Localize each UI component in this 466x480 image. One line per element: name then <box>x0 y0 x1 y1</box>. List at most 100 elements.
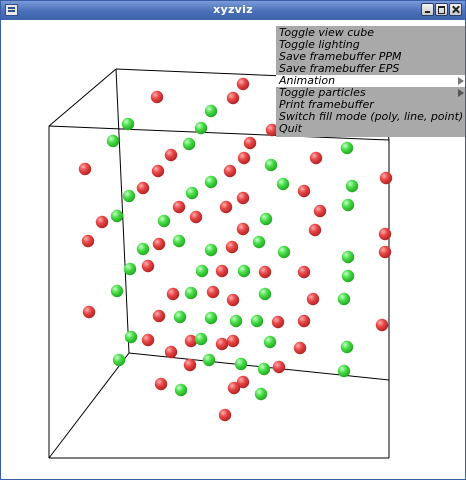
submenu-arrow-icon <box>458 89 464 97</box>
particle-green <box>184 286 198 300</box>
particle-green <box>204 175 218 189</box>
particle-red <box>271 315 285 329</box>
particle-green <box>182 137 196 151</box>
particle-red <box>313 204 327 218</box>
menu-item-switch-fill-mode-poly-line-point[interactable]: Switch fill mode (poly, line, point) <box>276 111 465 123</box>
particle-green <box>237 264 251 278</box>
particle-green <box>202 353 216 367</box>
particle-green <box>234 357 248 371</box>
cube-edge <box>48 68 117 127</box>
minimize-icon[interactable] <box>421 3 434 16</box>
window-title: xyzviz <box>213 3 253 16</box>
particle-red <box>82 305 96 319</box>
particle-green <box>112 353 126 367</box>
particle-green <box>172 234 186 248</box>
menu-item-quit[interactable]: Quit <box>276 123 465 135</box>
particle-red <box>151 164 165 178</box>
particle-red <box>95 215 109 229</box>
particle-green <box>136 242 150 256</box>
particle-red <box>226 293 240 307</box>
particle-green <box>250 314 264 328</box>
particle-green <box>173 310 187 324</box>
application-window: xyzviz Toggle view cube Toggle lighting … <box>0 0 466 480</box>
particle-red <box>154 377 168 391</box>
particle-green <box>204 311 218 325</box>
particle-red <box>223 164 237 178</box>
particle-red <box>293 341 307 355</box>
context-menu[interactable]: Toggle view cube Toggle lighting Save fram… <box>276 26 465 137</box>
particle-red <box>225 240 239 254</box>
particle-green <box>195 264 209 278</box>
particle-red <box>308 223 322 237</box>
particle-green <box>194 121 208 135</box>
particle-green <box>341 198 355 212</box>
particle-red <box>378 245 392 259</box>
particle-red <box>136 181 150 195</box>
particle-red <box>183 358 197 372</box>
particle-red <box>152 309 166 323</box>
particle-red <box>306 292 320 306</box>
particle-red <box>378 227 392 241</box>
particle-red <box>297 265 311 279</box>
particle-green <box>123 262 137 276</box>
menu-item-label: Switch fill mode (poly, line, point) <box>279 110 464 123</box>
particle-red <box>189 210 203 224</box>
particle-red <box>219 200 233 214</box>
particle-red <box>150 90 164 104</box>
particle-green <box>124 330 138 344</box>
particle-red <box>226 91 240 105</box>
particle-green <box>204 104 218 118</box>
title-bar[interactable]: xyzviz <box>1 1 465 20</box>
particle-red <box>236 191 250 205</box>
particle-red <box>258 265 272 279</box>
particle-red <box>81 234 95 248</box>
particle-red <box>78 162 92 176</box>
particle-green <box>122 189 136 203</box>
particle-green <box>277 245 291 259</box>
particle-green <box>194 332 208 346</box>
particle-red <box>215 264 229 278</box>
cube-edge <box>48 352 130 459</box>
particle-red <box>152 237 166 251</box>
particle-red <box>215 337 229 351</box>
particle-green <box>229 314 243 328</box>
particle-red <box>309 151 323 165</box>
particle-red <box>237 151 251 165</box>
submenu-arrow-icon <box>458 77 464 85</box>
particle-red <box>375 318 389 332</box>
particle-red <box>164 345 178 359</box>
particle-green <box>337 364 351 378</box>
particle-red <box>236 222 250 236</box>
particle-red <box>226 334 240 348</box>
particle-red <box>272 360 286 374</box>
particle-red <box>166 287 180 301</box>
particle-red <box>379 171 393 185</box>
particle-red <box>141 259 155 273</box>
gl-viewport[interactable]: Toggle view cube Toggle lighting Save fram… <box>1 20 465 479</box>
particle-green <box>340 141 354 155</box>
particle-green <box>340 340 354 354</box>
particle-red <box>141 333 155 347</box>
particle-red <box>206 285 220 299</box>
particle-green <box>341 269 355 283</box>
particle-green <box>341 250 355 264</box>
particle-red <box>218 408 232 422</box>
maximize-icon[interactable] <box>435 3 448 16</box>
particle-red <box>297 314 311 328</box>
particle-green <box>252 235 266 249</box>
particle-green <box>254 387 268 401</box>
particle-green <box>345 179 359 193</box>
particle-red <box>227 381 241 395</box>
close-icon[interactable] <box>449 3 462 16</box>
particle-green <box>263 335 277 349</box>
particle-red <box>243 136 257 150</box>
particle-green <box>121 117 135 131</box>
particle-green <box>337 292 351 306</box>
particle-red <box>164 148 178 162</box>
particle-green <box>110 209 124 223</box>
particle-red <box>236 77 250 91</box>
particle-green <box>258 287 272 301</box>
particle-red <box>172 200 186 214</box>
particle-green <box>259 212 273 226</box>
particle-green <box>276 177 290 191</box>
